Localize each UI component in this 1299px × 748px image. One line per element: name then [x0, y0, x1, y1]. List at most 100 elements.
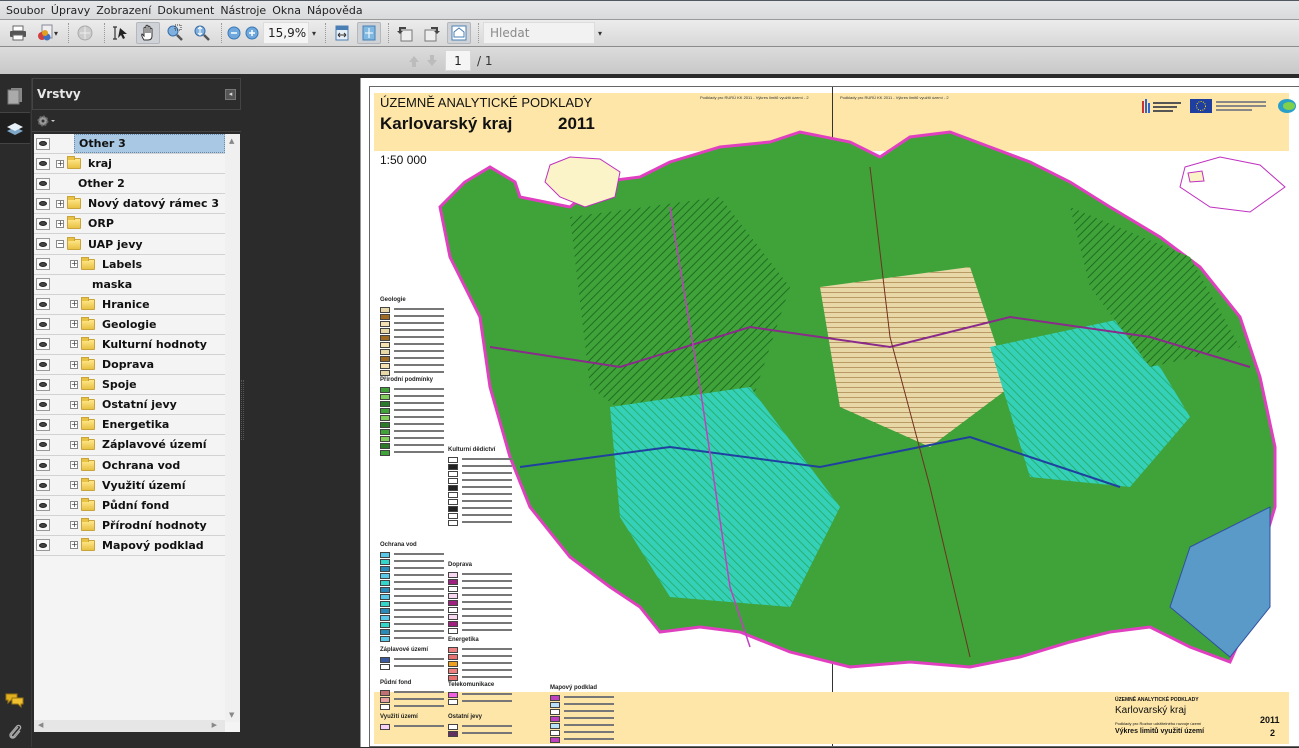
- collaborate-button[interactable]: [73, 22, 97, 44]
- rotate-right-button[interactable]: [420, 22, 444, 44]
- page-number-input[interactable]: 1: [445, 50, 471, 71]
- legend-swatch: [380, 552, 390, 558]
- layer-row[interactable]: − UAP jevy: [34, 234, 225, 255]
- previous-page-icon[interactable]: [407, 54, 421, 68]
- layer-row[interactable]: Other 2: [34, 174, 225, 195]
- layers-panel-button[interactable]: [0, 112, 30, 144]
- visibility-eye-icon[interactable]: [36, 318, 50, 331]
- menu-soubor[interactable]: Soubor: [4, 4, 49, 17]
- expand-icon[interactable]: +: [56, 219, 64, 228]
- layer-row[interactable]: + kraj: [34, 154, 225, 175]
- visibility-eye-icon[interactable]: [36, 438, 50, 451]
- visibility-eye-icon[interactable]: [36, 459, 50, 472]
- menu-okna[interactable]: Okna: [270, 4, 305, 17]
- layer-row[interactable]: + Doprava: [34, 355, 225, 376]
- expand-icon[interactable]: +: [70, 300, 78, 309]
- layer-row[interactable]: + Ochrana vod: [34, 455, 225, 476]
- layer-row[interactable]: + Kulturní hodnoty: [34, 334, 225, 356]
- menu-zobrazeni[interactable]: Zobrazení: [94, 4, 155, 17]
- read-mode-button[interactable]: [447, 22, 472, 44]
- layer-row[interactable]: + Geologie: [34, 314, 225, 335]
- layer-row[interactable]: + Mapový podklad: [34, 535, 225, 556]
- layer-row[interactable]: + Záplavové území: [34, 435, 225, 456]
- layer-row[interactable]: + Spoje: [34, 375, 225, 396]
- layer-row[interactable]: + Hranice: [34, 294, 225, 315]
- visibility-eye-icon[interactable]: [36, 217, 50, 230]
- layer-row[interactable]: maska: [34, 274, 225, 295]
- visibility-eye-icon[interactable]: [36, 338, 50, 351]
- print-button[interactable]: [6, 22, 30, 44]
- visibility-eye-icon[interactable]: [36, 278, 50, 291]
- expand-icon[interactable]: +: [70, 400, 78, 409]
- visibility-eye-icon[interactable]: [36, 298, 50, 311]
- zoom-dropdown-icon[interactable]: ▾: [312, 29, 316, 38]
- create-pdf-button[interactable]: ▾: [33, 22, 61, 44]
- next-page-icon[interactable]: [425, 54, 439, 68]
- layer-row[interactable]: + Energetika: [34, 415, 225, 436]
- visibility-eye-icon[interactable]: [36, 258, 50, 271]
- pages-panel-button[interactable]: [0, 80, 30, 112]
- visibility-eye-icon[interactable]: [36, 358, 50, 371]
- collapse-icon[interactable]: −: [56, 240, 64, 249]
- expand-icon[interactable]: +: [70, 501, 78, 510]
- search-input[interactable]: Hledat: [483, 22, 596, 44]
- visibility-eye-icon[interactable]: [36, 499, 50, 512]
- zoom-in-button[interactable]: [244, 22, 260, 44]
- legend-swatch: [448, 724, 458, 730]
- visibility-eye-icon[interactable]: [36, 238, 50, 251]
- expand-icon[interactable]: +: [56, 199, 64, 208]
- visibility-eye-icon[interactable]: [36, 378, 50, 391]
- search-dropdown-icon[interactable]: ▾: [598, 29, 602, 38]
- expand-icon[interactable]: +: [70, 260, 78, 269]
- expand-icon[interactable]: +: [70, 340, 78, 349]
- select-tool-button[interactable]: [109, 22, 133, 44]
- layer-row[interactable]: + Přírodní hodnoty: [34, 515, 225, 536]
- visibility-eye-icon[interactable]: [36, 398, 50, 411]
- horizontal-scrollbar[interactable]: ◀ ▶: [34, 720, 225, 732]
- expand-icon[interactable]: +: [70, 320, 78, 329]
- attachments-panel-button[interactable]: [0, 716, 30, 748]
- visibility-eye-icon[interactable]: [36, 177, 50, 190]
- menu-dokument[interactable]: Dokument: [155, 4, 218, 17]
- visibility-eye-icon[interactable]: [36, 137, 50, 150]
- visibility-eye-icon[interactable]: [36, 539, 50, 552]
- layer-row[interactable]: + Ostatní jevy: [34, 395, 225, 416]
- menu-nastroje[interactable]: Nástroje: [218, 4, 270, 17]
- vertical-scrollbar[interactable]: ▲ ▼: [225, 134, 240, 722]
- fit-width-button[interactable]: [330, 22, 354, 44]
- expand-icon[interactable]: +: [56, 159, 64, 168]
- visibility-eye-icon[interactable]: [36, 418, 50, 431]
- visibility-eye-icon[interactable]: [36, 197, 50, 210]
- zoom-level-input[interactable]: 15,9%: [263, 22, 309, 44]
- expand-icon[interactable]: +: [70, 521, 78, 530]
- visibility-eye-icon[interactable]: [36, 519, 50, 532]
- layer-row[interactable]: + Půdní fond: [34, 495, 225, 516]
- collapse-panel-button[interactable]: ◂: [225, 88, 236, 100]
- visibility-eye-icon[interactable]: [36, 157, 50, 170]
- layer-row[interactable]: + Nový datový rámec 3: [34, 194, 225, 215]
- zoom-out-button[interactable]: [226, 22, 242, 44]
- expand-icon[interactable]: +: [70, 541, 78, 550]
- layer-row[interactable]: + Využití území: [34, 475, 225, 496]
- document-view[interactable]: ÚZEMNĚ ANALYTICKÉ PODKLADY Karlovarský k…: [360, 78, 1299, 747]
- rotate-left-button[interactable]: [393, 22, 417, 44]
- expand-icon[interactable]: +: [70, 420, 78, 429]
- dynamic-zoom-button[interactable]: [190, 22, 214, 44]
- expand-icon[interactable]: +: [70, 380, 78, 389]
- layer-row[interactable]: + Labels: [34, 254, 225, 275]
- comments-panel-button[interactable]: [0, 684, 30, 716]
- fit-page-button[interactable]: [357, 22, 382, 44]
- marquee-zoom-button[interactable]: [163, 22, 187, 44]
- visibility-eye-icon[interactable]: [36, 479, 50, 492]
- expand-icon[interactable]: +: [70, 481, 78, 490]
- layer-row[interactable]: + ORP: [34, 214, 225, 235]
- options-gear-icon[interactable]: [36, 114, 56, 128]
- hand-tool-button[interactable]: [136, 22, 160, 44]
- expand-icon[interactable]: +: [70, 360, 78, 369]
- layer-row[interactable]: Other 3: [34, 134, 225, 155]
- panel-splitter[interactable]: [241, 380, 244, 440]
- expand-icon[interactable]: +: [70, 440, 78, 449]
- menu-napoveda[interactable]: Nápověda: [305, 4, 367, 17]
- menu-upravy[interactable]: Úpravy: [49, 4, 94, 17]
- expand-icon[interactable]: +: [70, 461, 78, 470]
